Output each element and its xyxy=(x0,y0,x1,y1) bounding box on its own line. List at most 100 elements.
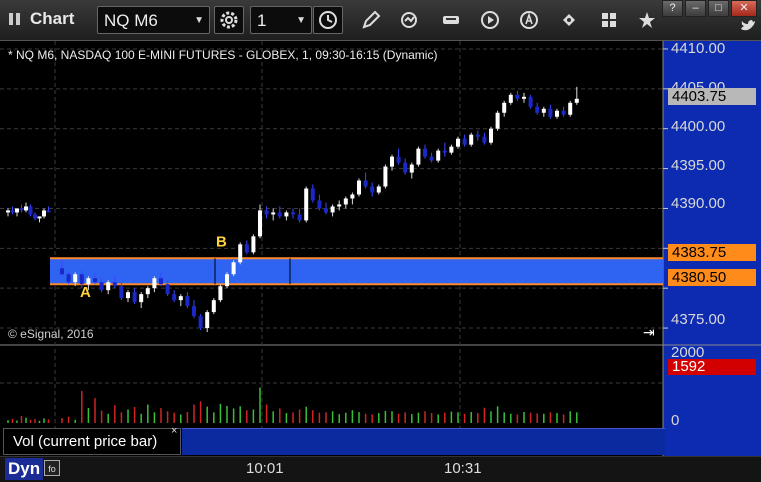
candle-body xyxy=(198,316,203,329)
candle-body xyxy=(231,262,236,275)
candle-body xyxy=(178,296,183,301)
candle-body xyxy=(277,212,282,217)
candle-body xyxy=(211,300,216,313)
clock-icon xyxy=(319,11,337,29)
volume-tick: 0 xyxy=(671,412,680,429)
price-tick: 4410.00 xyxy=(671,40,726,57)
candle-body xyxy=(370,186,375,193)
candle-body xyxy=(93,278,97,283)
candle-body xyxy=(291,212,295,215)
candle-body xyxy=(376,186,381,193)
candle-body xyxy=(159,278,163,285)
candle-body xyxy=(37,216,42,219)
twitter-icon[interactable] xyxy=(740,19,756,33)
fit-chart-icon[interactable]: ⇥ xyxy=(643,324,663,342)
get-icon[interactable] xyxy=(440,9,462,31)
candle-body xyxy=(561,110,566,115)
candle-body xyxy=(258,210,262,237)
window-title: Chart xyxy=(8,9,74,29)
candle-body xyxy=(390,156,394,167)
candle-body xyxy=(172,294,177,301)
refresh-icon[interactable] xyxy=(398,9,420,31)
candle-body xyxy=(99,282,104,291)
settings-gear-icon xyxy=(220,11,238,29)
candle-body xyxy=(403,162,408,173)
pause-icon xyxy=(9,13,20,25)
play-icon[interactable] xyxy=(479,9,501,31)
candle-body xyxy=(10,210,15,213)
chevron-down-icon[interactable]: ▼ xyxy=(296,7,306,35)
candle-body xyxy=(535,106,540,113)
candle-body xyxy=(423,148,427,157)
dynamic-mode-label[interactable]: Dyn xyxy=(5,458,44,480)
zone-upper-tag: 4383.75 xyxy=(668,244,756,261)
marker-a: A xyxy=(80,284,91,301)
pencil-icon[interactable] xyxy=(360,9,382,31)
price-tick: 4375.00 xyxy=(671,311,726,328)
candle-body xyxy=(429,156,434,161)
interval-input[interactable]: 1 ▼ xyxy=(250,6,312,34)
candle-body xyxy=(416,148,421,165)
candle-body xyxy=(46,210,51,213)
candle-body xyxy=(489,128,493,143)
candle-body xyxy=(139,294,144,303)
candle-body xyxy=(548,108,553,117)
candle-body xyxy=(508,94,513,103)
candle-body xyxy=(574,98,579,103)
settings-button[interactable] xyxy=(214,6,244,34)
candle-body xyxy=(469,134,474,145)
star-icon[interactable] xyxy=(636,9,658,31)
last-price-tag: 4403.75 xyxy=(668,88,756,105)
volume-legend[interactable]: Vol (current price bar) xyxy=(3,428,181,455)
candle-body xyxy=(515,94,520,99)
volume-value-tag: 1592 xyxy=(668,359,756,375)
candle-body xyxy=(330,206,335,213)
candle-body xyxy=(145,288,150,295)
price-tick: 4390.00 xyxy=(671,195,726,212)
candle-body xyxy=(462,138,467,145)
grid-icon[interactable] xyxy=(598,9,620,31)
bookmark-icon[interactable] xyxy=(558,9,580,31)
symbol-value: NQ M6 xyxy=(104,11,158,30)
candle-body xyxy=(244,244,249,253)
chevron-down-icon[interactable]: ▼ xyxy=(194,7,204,35)
maximize-button[interactable]: □ xyxy=(708,0,729,17)
fixed-scale-icon[interactable]: fo xyxy=(44,460,60,476)
candle-body xyxy=(66,274,71,283)
candle-body xyxy=(541,108,546,113)
candle-body xyxy=(106,282,111,291)
candle-body xyxy=(456,138,460,147)
candle-body xyxy=(317,200,322,209)
candle-body xyxy=(185,296,190,307)
candle-body xyxy=(363,180,368,187)
candle-body xyxy=(24,206,28,211)
candle-body xyxy=(271,212,276,215)
candle-body xyxy=(33,214,37,219)
chart-canvas[interactable]: AB xyxy=(0,41,761,481)
time-template-button[interactable] xyxy=(313,6,343,34)
candle-body xyxy=(192,306,196,317)
help-button[interactable]: ? xyxy=(662,0,683,17)
alert-icon[interactable] xyxy=(518,9,540,31)
candle-body xyxy=(152,278,157,289)
candle-body xyxy=(28,206,33,215)
candle-body xyxy=(528,96,533,107)
legend-bar xyxy=(182,428,665,455)
candle-body xyxy=(442,150,447,153)
candle-body xyxy=(73,274,78,283)
candle-body xyxy=(119,286,124,299)
candle-body xyxy=(337,204,342,207)
candle-body xyxy=(251,236,256,253)
legend-close-button[interactable]: × xyxy=(171,425,177,437)
candle-body xyxy=(343,198,348,205)
support-zone xyxy=(50,258,663,285)
interval-value: 1 xyxy=(257,11,267,30)
title-bar: Chart NQ M6 ▼ 1 ▼ ? – □ ✕ xyxy=(0,0,761,41)
candle-body xyxy=(383,166,388,187)
minimize-button[interactable]: – xyxy=(685,0,706,17)
symbol-input[interactable]: NQ M6 ▼ xyxy=(97,6,210,34)
close-button[interactable]: ✕ xyxy=(731,0,757,17)
zone-lower-tag: 4380.50 xyxy=(668,269,756,286)
candle-body xyxy=(495,112,500,129)
candle-body xyxy=(310,188,315,201)
